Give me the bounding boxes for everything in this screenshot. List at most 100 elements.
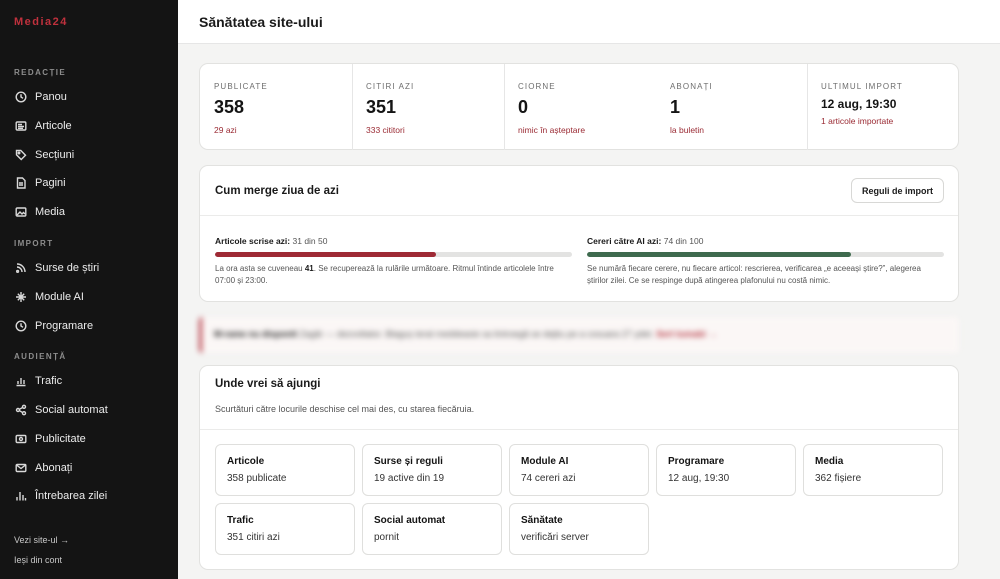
sidebar-item-abonati[interactable]: Abonați <box>14 457 174 479</box>
shortcut-status: 74 cereri azi <box>521 473 576 484</box>
shortcut-title: Trafic <box>227 515 254 526</box>
notice-text: M-rame nu disponit Zagăr — dezvoltator. … <box>214 329 717 339</box>
articles-count: 31 din 50 <box>292 236 328 246</box>
divider <box>200 215 958 216</box>
shortcut-status: 351 citiri azi <box>227 532 280 543</box>
sidebar-item-programare[interactable]: Programare <box>14 315 174 337</box>
shortcut-title: Media <box>815 456 844 467</box>
divider <box>200 429 958 430</box>
share-icon <box>14 403 28 417</box>
notice-body: Zagăr — dezvoltator. Blaguș teral meddea… <box>297 329 654 339</box>
sidebar-item-sectiuni[interactable]: Secțiuni <box>14 144 174 166</box>
stat-value: 12 aug, 19:30 <box>821 97 897 111</box>
articles-progress-label: Articole scrise azi: 31 din 50 <box>215 236 327 246</box>
sidebar-item-intrebarea-zilei[interactable]: Întrebarea zilei <box>14 485 174 507</box>
ad-icon <box>14 432 28 446</box>
stat-label: ULTIMUL IMPORT <box>821 82 903 91</box>
notice-banner[interactable]: M-rame nu disponit Zagăr — dezvoltator. … <box>199 317 959 353</box>
sidebar-item-articole[interactable]: Articole <box>14 115 174 137</box>
stat-sub: 333 cititori <box>366 125 405 135</box>
logout-link[interactable]: Ieși din cont <box>14 555 62 565</box>
ai-label: Cereri către AI azi: <box>587 236 662 246</box>
sidebar-section-label: REDACȚIE <box>14 68 67 77</box>
today-title: Cum merge ziua de azi <box>215 185 339 197</box>
stats-card: PUBLICATE 358 29 azi CITIRI AZI 351 333 … <box>199 63 959 150</box>
articles-note: La ora asta se cuveneau 41. Se recuperea… <box>215 263 555 287</box>
ai-progress-bar <box>587 252 944 257</box>
sidebar-item-label: Articole <box>35 120 72 132</box>
shortcuts-title: Unde vrei să ajungi <box>215 378 321 390</box>
brand-logo[interactable]: Media24 <box>14 16 68 28</box>
articles-label: Articole scrise azi: <box>215 236 291 246</box>
ai-count: 74 din 100 <box>663 236 704 246</box>
sidebar-item-label: Module AI <box>35 291 84 303</box>
sidebar-item-pagini[interactable]: Pagini <box>14 172 174 194</box>
tag-icon <box>14 148 28 162</box>
sidebar-item-label: Panou <box>35 91 67 103</box>
poll-icon <box>14 489 28 503</box>
note-text: La ora asta se cuveneau <box>215 264 305 273</box>
shortcut-articole[interactable]: Articole 358 publicate <box>215 444 355 496</box>
sidebar-item-trafic[interactable]: Trafic <box>14 370 174 392</box>
shortcut-status: 12 aug, 19:30 <box>668 473 730 484</box>
shortcut-status: 358 publicate <box>227 473 287 484</box>
shortcut-module-ai[interactable]: Module AI 74 cereri azi <box>509 444 649 496</box>
sidebar-item-social[interactable]: Social automat <box>14 399 174 421</box>
page-title: Sănătatea site-ului <box>199 14 323 30</box>
stat-citiri: CITIRI AZI 351 333 cititori <box>352 64 504 150</box>
stat-sub: la buletin <box>670 125 705 135</box>
chart-icon <box>14 374 28 388</box>
stat-sub: 29 azi <box>214 125 237 135</box>
shortcut-trafic[interactable]: Trafic 351 citiri azi <box>215 503 355 555</box>
sidebar-item-label: Trafic <box>35 375 63 387</box>
sidebar: Media24 REDACȚIE Panou Articole Secțiuni… <box>0 0 178 579</box>
shortcut-surse-reguli[interactable]: Surse și reguli 19 active din 19 <box>362 444 502 496</box>
stat-sub: nimic în așteptare <box>518 125 586 135</box>
shortcut-status: 19 active din 19 <box>374 473 445 484</box>
shortcut-title: Module AI <box>521 456 569 467</box>
stat-ciorne: CIORNE 0 nimic în așteptare <box>504 64 656 150</box>
sidebar-item-module-ai[interactable]: Module AI <box>14 286 174 308</box>
stat-value: 358 <box>214 97 245 117</box>
view-site-link[interactable]: Vezi site-ul → <box>14 535 69 545</box>
shortcut-title: Surse și reguli <box>374 456 443 467</box>
shortcut-programare[interactable]: Programare 12 aug, 19:30 <box>656 444 796 496</box>
ai-note: Se numără fiecare cerere, nu fiecare art… <box>587 264 921 285</box>
shortcut-media[interactable]: Media 362 fișiere <box>803 444 943 496</box>
shortcut-title: Articole <box>227 456 265 467</box>
sidebar-item-label: Social automat <box>35 404 108 416</box>
image-icon <box>14 205 28 219</box>
notice-link[interactable]: Sert tumabi → <box>656 329 717 339</box>
sidebar-item-surse[interactable]: Surse de știri <box>14 257 174 279</box>
ai-progress-fill <box>587 252 852 257</box>
clock-icon <box>14 90 28 104</box>
sidebar-item-label: Secțiuni <box>35 149 75 161</box>
sidebar-item-panou[interactable]: Panou <box>14 86 174 108</box>
stat-label: PUBLICATE <box>214 82 268 91</box>
shortcut-sanatate[interactable]: Sănătate verificări server <box>509 503 649 555</box>
clock-icon <box>14 319 28 333</box>
top-bar: Sănătatea site-ului <box>178 0 1000 44</box>
shortcut-status: pornit <box>374 532 400 543</box>
sidebar-item-label: Programare <box>35 320 94 332</box>
import-rules-button[interactable]: Reguli de import <box>851 178 944 203</box>
sidebar-item-label: Abonați <box>35 462 73 474</box>
shortcut-social-automat[interactable]: Social automat pornit <box>362 503 502 555</box>
today-card: Cum merge ziua de azi Reguli de import A… <box>199 165 959 302</box>
mail-icon <box>14 461 28 475</box>
shortcuts-description: Scurtături către locurile deschise cel m… <box>215 404 475 414</box>
sidebar-item-label: Pagini <box>35 177 66 189</box>
sidebar-item-label: Publicitate <box>35 433 86 445</box>
article-icon <box>14 119 28 133</box>
stat-ultimul-import: ULTIMUL IMPORT 12 aug, 19:30 1 articole … <box>807 64 959 150</box>
stat-label: CIORNE <box>518 82 556 91</box>
sidebar-item-label: Surse de știri <box>35 262 100 274</box>
articles-progress-bar <box>215 252 572 257</box>
note-number: 41 <box>304 264 314 273</box>
sidebar-item-publicitate[interactable]: Publicitate <box>14 428 174 450</box>
sidebar-item-media[interactable]: Media <box>14 201 174 223</box>
stat-value: 1 <box>670 97 681 117</box>
notice-strong: M-rame nu disponit <box>214 329 297 339</box>
articles-progress-fill <box>215 252 437 257</box>
sidebar-item-label: Media <box>35 206 65 218</box>
